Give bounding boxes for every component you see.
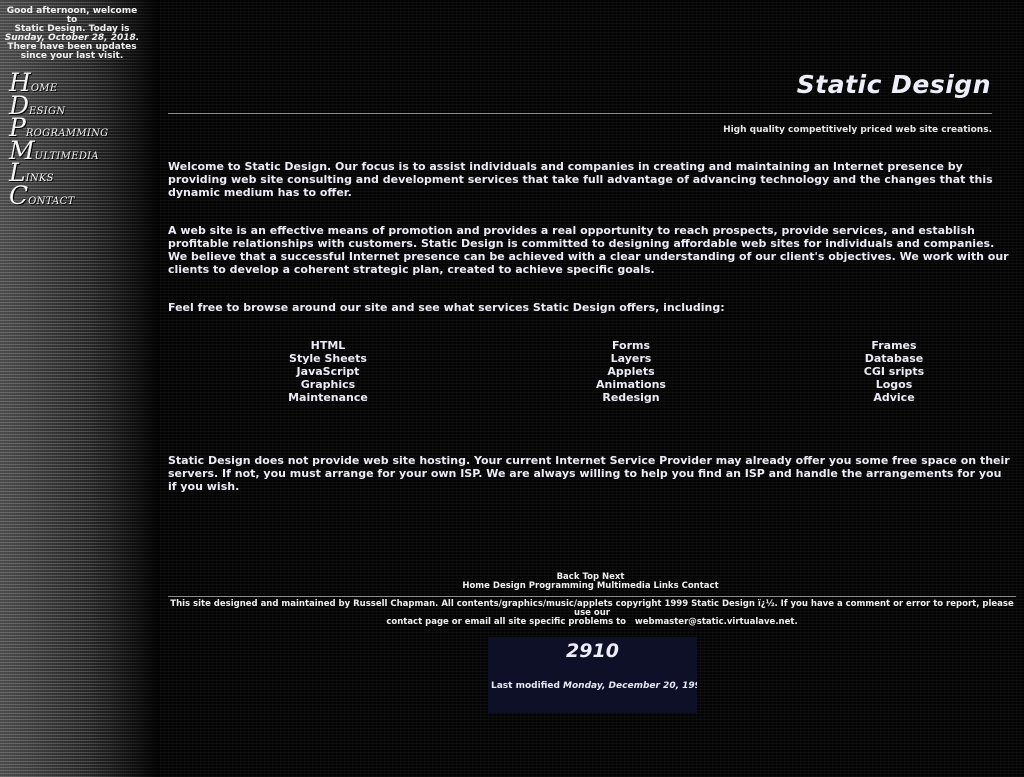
nav-design-link[interactable]: Design [9, 93, 159, 118]
nav-multimedia-label: ultimedia [34, 146, 99, 163]
footer-divider [168, 596, 1016, 597]
nav-design-label: esign [29, 101, 66, 118]
greeting-line-1: Good afternoon, welcome to [6, 6, 138, 25]
hosting-paragraph: Static Design does not provide web site … [168, 454, 1010, 493]
service-item: HTML [310, 339, 346, 352]
service-item: Animations [596, 378, 666, 391]
greeting-line-4: since your last visit. [20, 51, 124, 61]
service-item: Applets [607, 365, 655, 378]
footer-contact-link[interactable]: Contact [682, 581, 719, 591]
nav-multimedia-link[interactable]: Multimedia [9, 138, 159, 163]
sidebar: Good afternoon, welcome to Static Design… [0, 0, 160, 777]
service-item: Style Sheets [289, 352, 367, 365]
service-item: Graphics [300, 378, 356, 391]
nav-links-label: inks [25, 169, 54, 186]
hit-counter: 2910 [566, 640, 619, 662]
intro-paragraph: Welcome to Static Design. Our focus is t… [168, 160, 993, 199]
footer-home-link[interactable]: Home [462, 581, 490, 591]
service-item: Forms [611, 339, 651, 352]
service-item: JavaScript [296, 365, 360, 378]
site-title: Static Design [796, 70, 991, 99]
footer-nav: Home Design Programming Multimedia Links… [168, 582, 1013, 591]
or-email-text: or email all site specific problems to [451, 617, 626, 627]
greeting-text: Good afternoon, welcome to Static Design… [4, 7, 140, 61]
nav-contact-label: ontact [28, 191, 75, 208]
copyright-notice: This site designed and maintained by Rus… [170, 599, 1014, 627]
hit-counter-box: 2910 Last modified Monday, December 20, … [488, 637, 697, 713]
nav-home-label: ome [30, 79, 58, 95]
service-item: Maintenance [288, 391, 368, 404]
last-modified-label: Last modified [491, 681, 560, 691]
header-divider [168, 113, 992, 114]
last-modified-date: Monday, December 20, 1999 [563, 681, 697, 691]
service-item: Logos [875, 378, 913, 391]
service-item: Advice [873, 391, 915, 404]
about-paragraph: A web site is an effective means of prom… [168, 224, 1009, 276]
footer-design-link[interactable]: Design [493, 581, 526, 591]
site-tagline: High quality competitively priced web si… [723, 125, 992, 135]
service-item: Database [864, 352, 924, 365]
service-item: Redesign [602, 391, 660, 404]
services-intro-paragraph: Feel free to browse around our site and … [168, 301, 725, 314]
main-nav: Home Design Programming Multimedia Links… [9, 70, 159, 208]
nav-programming-label: rogramming [25, 124, 109, 141]
services-column-1: HTML Style Sheets JavaScript Graphics Ma… [268, 339, 388, 404]
copyright-text: This site designed and maintained by Rus… [170, 599, 1014, 618]
nav-contact-initial: C [9, 180, 29, 210]
nav-links-link[interactable]: Links [9, 160, 159, 186]
service-item: CGI sripts [863, 365, 925, 378]
footer-programming-link[interactable]: Programming [529, 581, 594, 591]
last-modified: Last modified Monday, December 20, 1999 … [491, 681, 697, 691]
services-column-3: Frames Database CGI sripts Logos Advice [834, 339, 954, 404]
webmaster-email-link[interactable]: webmaster@static.virtualave.net [635, 617, 795, 627]
footer-multimedia-link[interactable]: Multimedia [597, 581, 651, 591]
nav-contact-link[interactable]: Contact [9, 183, 159, 208]
services-column-2: Forms Layers Applets Animations Redesign [571, 339, 691, 404]
service-item: Layers [610, 352, 652, 365]
service-item: Frames [871, 339, 917, 352]
services-list: HTML Style Sheets JavaScript Graphics Ma… [168, 339, 1018, 409]
nav-home-link[interactable]: Home [9, 70, 159, 95]
footer-links-link[interactable]: Links [654, 581, 679, 591]
contact-page-link[interactable]: contact page [386, 617, 448, 627]
